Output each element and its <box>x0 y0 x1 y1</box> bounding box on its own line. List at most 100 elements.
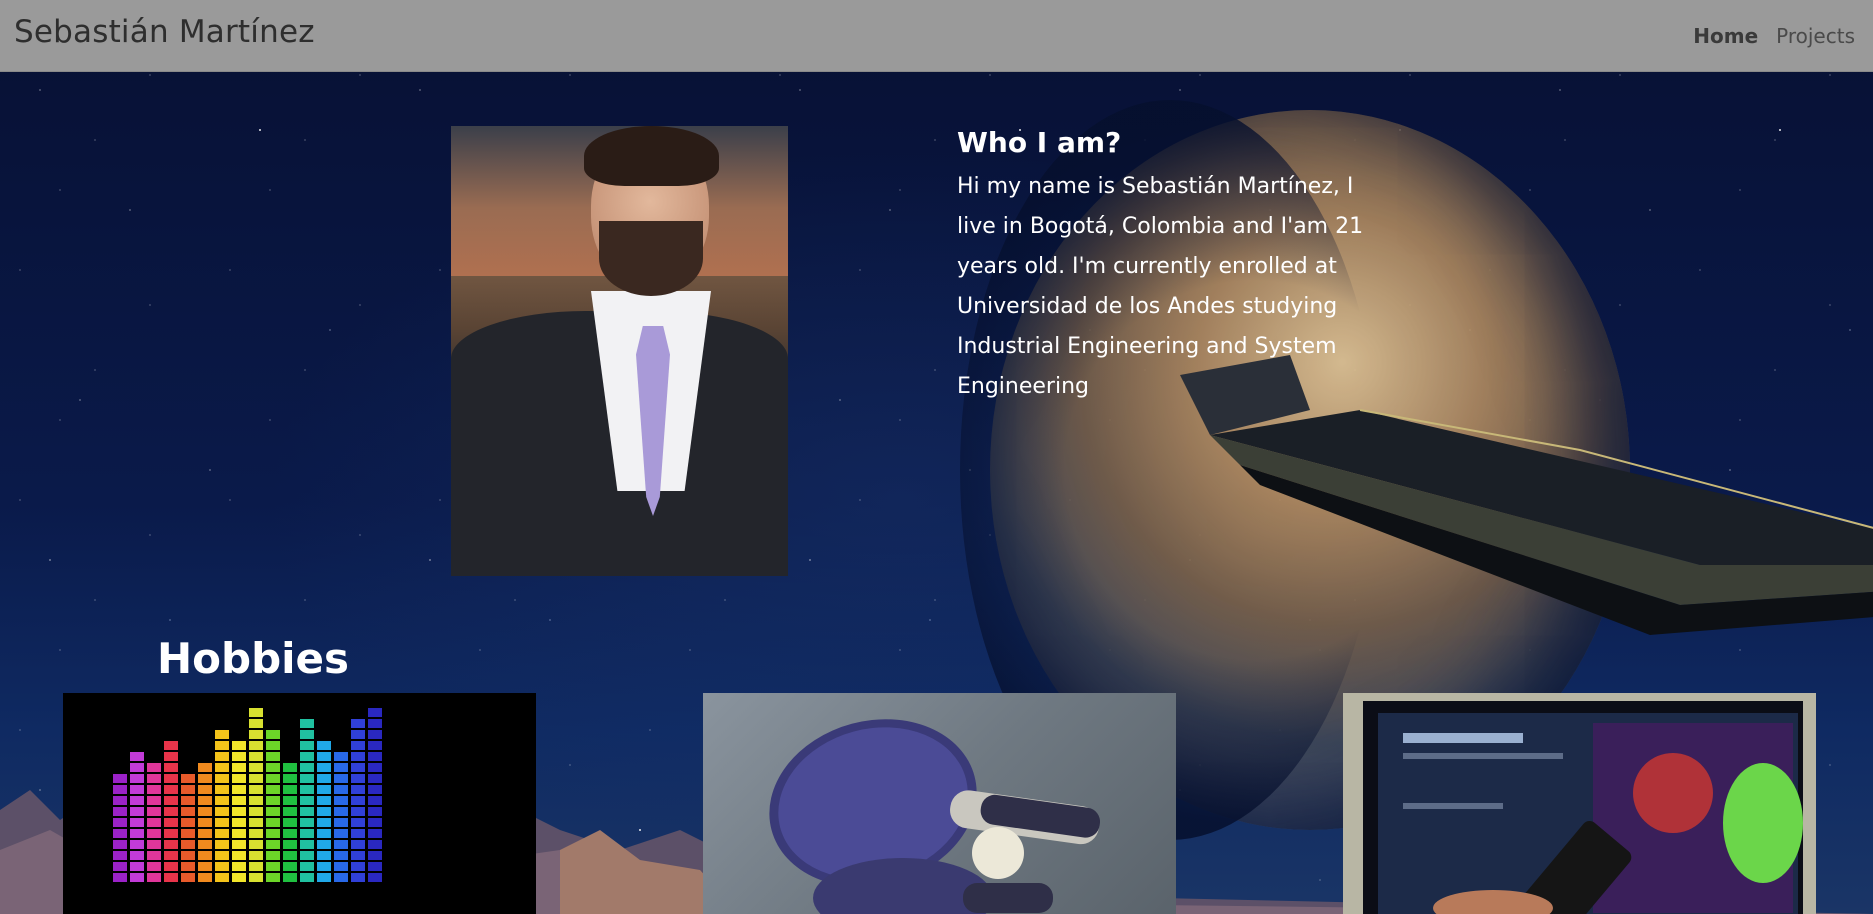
equalizer-cell <box>334 818 348 827</box>
equalizer-cell <box>164 851 178 860</box>
equalizer-cell <box>232 785 246 794</box>
equalizer-cell <box>130 851 144 860</box>
equalizer-cell <box>283 851 297 860</box>
equalizer-cell <box>351 840 365 849</box>
equalizer-cell <box>232 807 246 816</box>
equalizer-cell <box>198 873 212 882</box>
equalizer-cell <box>249 807 263 816</box>
equalizer-cell <box>300 840 314 849</box>
hobby-image-music <box>63 693 536 914</box>
equalizer-cell <box>266 741 280 750</box>
equalizer-icon <box>113 708 382 882</box>
equalizer-cell <box>300 796 314 805</box>
equalizer-cell <box>113 873 127 882</box>
equalizer-cell <box>334 851 348 860</box>
equalizer-cell <box>164 763 178 772</box>
equalizer-cell <box>113 829 127 838</box>
about-section: Who I am? Hi my name is Sebastián Martín… <box>957 126 1397 407</box>
equalizer-cell <box>147 807 161 816</box>
equalizer-cell <box>317 851 331 860</box>
equalizer-cell <box>368 796 382 805</box>
about-text: Hi my name is Sebastián Martínez, I live… <box>957 174 1364 399</box>
equalizer-cell <box>215 741 229 750</box>
equalizer-cell <box>181 818 195 827</box>
equalizer-cell <box>283 840 297 849</box>
equalizer-cell <box>130 774 144 783</box>
equalizer-cell <box>266 730 280 739</box>
equalizer-cell <box>351 730 365 739</box>
equalizer-cell <box>300 741 314 750</box>
equalizer-cell <box>130 807 144 816</box>
equalizer-cell <box>368 785 382 794</box>
equalizer-cell <box>215 807 229 816</box>
equalizer-cell <box>147 818 161 827</box>
equalizer-cell <box>130 818 144 827</box>
equalizer-cell <box>368 807 382 816</box>
equalizer-cell <box>232 741 246 750</box>
equalizer-cell <box>130 763 144 772</box>
equalizer-cell <box>317 829 331 838</box>
equalizer-cell <box>334 807 348 816</box>
equalizer-cell <box>215 763 229 772</box>
equalizer-cell <box>232 873 246 882</box>
equalizer-cell <box>317 763 331 772</box>
equalizer-cell <box>113 851 127 860</box>
equalizer-cell <box>283 763 297 772</box>
equalizer-cell <box>215 730 229 739</box>
equalizer-cell <box>232 829 246 838</box>
equalizer-cell <box>164 752 178 761</box>
equalizer-cell <box>113 774 127 783</box>
ping-pong-paddles-icon <box>769 719 1101 914</box>
equalizer-cell <box>198 796 212 805</box>
equalizer-cell <box>232 862 246 871</box>
equalizer-cell <box>300 774 314 783</box>
equalizer-cell <box>300 719 314 728</box>
equalizer-cell <box>266 796 280 805</box>
equalizer-cell <box>317 774 331 783</box>
equalizer-cell <box>164 807 178 816</box>
tv-remote-icon <box>1343 693 1816 914</box>
equalizer-cell <box>368 862 382 871</box>
equalizer-cell <box>368 818 382 827</box>
equalizer-cell <box>113 840 127 849</box>
equalizer-cell <box>130 796 144 805</box>
equalizer-cell <box>317 873 331 882</box>
equalizer-cell <box>147 862 161 871</box>
equalizer-cell <box>317 741 331 750</box>
equalizer-cell <box>249 708 263 717</box>
hobbies-title: Hobbies <box>157 634 350 683</box>
profile-photo <box>451 126 788 576</box>
equalizer-cell <box>368 730 382 739</box>
equalizer-cell <box>300 807 314 816</box>
equalizer-cell <box>317 752 331 761</box>
equalizer-cell <box>334 840 348 849</box>
equalizer-cell <box>368 851 382 860</box>
equalizer-cell <box>283 818 297 827</box>
equalizer-cell <box>317 807 331 816</box>
equalizer-cell <box>334 829 348 838</box>
equalizer-cell <box>164 774 178 783</box>
equalizer-cell <box>249 862 263 871</box>
equalizer-cell <box>351 818 365 827</box>
equalizer-cell <box>334 796 348 805</box>
equalizer-cell <box>164 818 178 827</box>
equalizer-cell <box>266 785 280 794</box>
equalizer-cell <box>266 829 280 838</box>
nav-link-projects[interactable]: Projects <box>1776 24 1855 48</box>
nav-link-home[interactable]: Home <box>1693 24 1758 48</box>
equalizer-cell <box>351 796 365 805</box>
equalizer-cell <box>249 719 263 728</box>
equalizer-cell <box>300 851 314 860</box>
equalizer-cell <box>351 752 365 761</box>
equalizer-cell <box>147 763 161 772</box>
equalizer-cell <box>198 862 212 871</box>
equalizer-cell <box>249 774 263 783</box>
about-heading: Who I am? <box>957 126 1122 159</box>
brand-link[interactable]: Sebastián Martínez <box>14 14 315 50</box>
equalizer-cell <box>181 862 195 871</box>
equalizer-cell <box>130 873 144 882</box>
equalizer-cell <box>215 829 229 838</box>
equalizer-cell <box>215 796 229 805</box>
equalizer-cell <box>181 851 195 860</box>
navbar: Sebastián Martínez Home Projects <box>0 0 1873 72</box>
